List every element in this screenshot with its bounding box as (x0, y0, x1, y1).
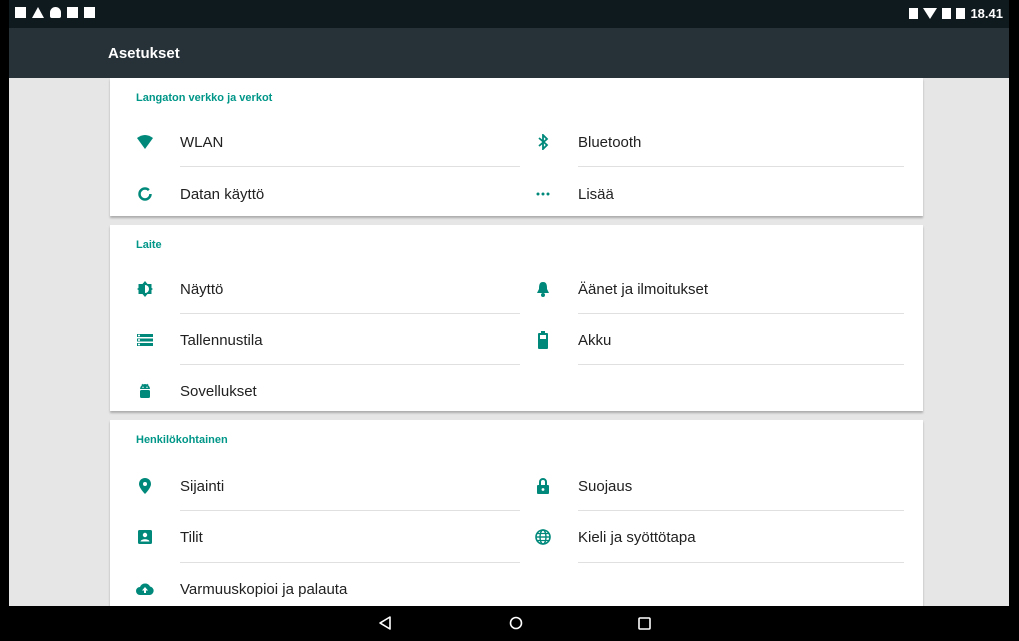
divider (578, 562, 904, 563)
item-label: Äänet ja ilmoitukset (578, 280, 709, 298)
status-bar: 18.41 (9, 0, 1009, 28)
item-label: Kieli ja syöttötapa (578, 528, 696, 546)
clock: 18.41 (970, 6, 1003, 21)
settings-item-sounds[interactable]: Äänet ja ilmoitukset (110, 264, 923, 314)
item-label: Akku (578, 331, 612, 349)
no-sim-icon (942, 8, 952, 19)
globe-icon (534, 528, 552, 546)
page-title: Asetukset (108, 45, 180, 62)
section-title: Langaton verkko ja verkot (136, 92, 273, 104)
system-status: 18.41 (909, 6, 1003, 21)
section-title: Laite (136, 239, 162, 251)
home-button[interactable] (507, 614, 525, 632)
settings-item-apps[interactable]: Sovellukset (110, 366, 480, 416)
section-personal: Henkilökohtainen Sijainti Suojaus Tilit … (110, 420, 923, 606)
divider (578, 313, 904, 314)
settings-screen: 18.41 Asetukset Langaton verkko ja verko… (9, 0, 1009, 641)
settings-item-more[interactable]: Lisää (110, 169, 923, 219)
section-device: Laite Näyttö Äänet ja ilmoitukset Tallen… (110, 225, 923, 411)
section-wireless: Langaton verkko ja verkot WLAN Bluetooth (110, 78, 923, 216)
more-icon (534, 185, 552, 203)
divider (180, 364, 520, 365)
image-notification-icon (67, 7, 78, 18)
navigation-bar (9, 606, 1009, 641)
android-icon (136, 382, 154, 400)
battery-status-icon (956, 8, 966, 19)
divider (180, 510, 520, 511)
settings-item-security[interactable]: Suojaus (110, 461, 923, 511)
item-label: Varmuuskopioi ja palauta (180, 580, 348, 598)
cloud-upload-icon (136, 580, 154, 598)
clipboard-notification-icon (84, 7, 95, 18)
app-bar: Asetukset (9, 28, 1009, 78)
warning-notification-icon (32, 7, 44, 18)
back-button[interactable] (376, 614, 394, 632)
settings-list: Langaton verkko ja verkot WLAN Bluetooth (110, 78, 923, 606)
notification-icons (15, 7, 95, 18)
item-label: Bluetooth (578, 133, 642, 151)
section-title: Henkilökohtainen (136, 434, 228, 446)
item-label: Lisää (578, 185, 614, 203)
settings-item-bluetooth[interactable]: Bluetooth (110, 117, 923, 167)
divider (578, 364, 904, 365)
divider (180, 313, 520, 314)
gmail-notification-icon (15, 7, 26, 18)
wifi-status-icon (923, 8, 938, 19)
vibrate-icon (909, 8, 919, 19)
battery-icon (534, 331, 552, 349)
item-label: Suojaus (578, 477, 633, 495)
cloud-notification-icon (50, 7, 61, 18)
bluetooth-icon (534, 133, 552, 151)
recents-button[interactable] (635, 614, 653, 632)
divider (180, 166, 520, 167)
lock-icon (534, 477, 552, 495)
divider (180, 562, 520, 563)
settings-item-battery[interactable]: Akku (110, 315, 923, 365)
item-label: Sovellukset (180, 382, 257, 400)
divider (578, 510, 904, 511)
divider (578, 166, 904, 167)
bell-icon (534, 280, 552, 298)
settings-item-language[interactable]: Kieli ja syöttötapa (110, 512, 923, 562)
